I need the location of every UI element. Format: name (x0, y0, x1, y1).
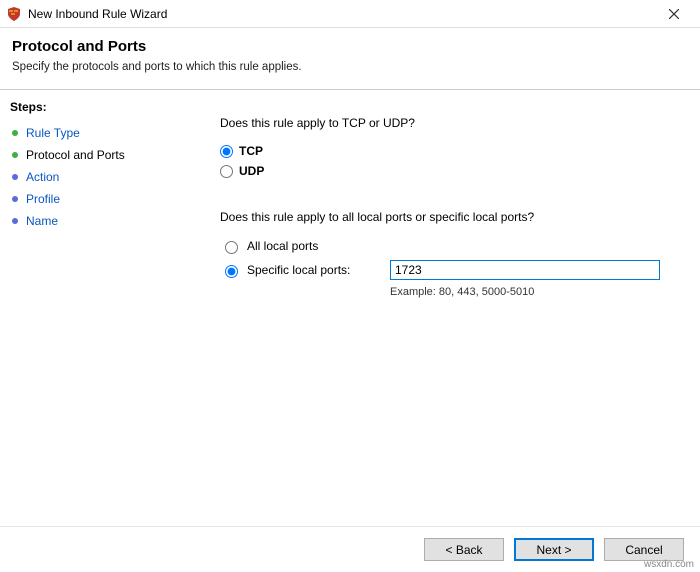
radio-tcp[interactable] (220, 145, 233, 158)
wizard-main-panel: Does this rule apply to TCP or UDP? TCP … (180, 90, 700, 526)
wizard-header: Protocol and Ports Specify the protocols… (0, 28, 700, 89)
ports-example-text: Example: 80, 443, 5000-5010 (390, 286, 678, 298)
radio-udp[interactable] (220, 165, 233, 178)
cancel-button[interactable]: Cancel (604, 538, 684, 561)
radio-specific-ports-row[interactable]: Specific local ports: (220, 260, 678, 280)
close-icon (669, 9, 679, 19)
steps-heading: Steps: (10, 100, 170, 114)
wizard-body: Steps: Rule Type Protocol and Ports Acti… (0, 90, 700, 526)
step-action[interactable]: Action (10, 166, 170, 188)
back-button[interactable]: < Back (424, 538, 504, 561)
radio-specific-ports[interactable] (225, 265, 238, 278)
step-bullet-icon (10, 150, 20, 160)
radio-udp-row[interactable]: UDP (220, 164, 678, 178)
firewall-shield-icon (6, 6, 22, 22)
page-subtitle: Specify the protocols and ports to which… (12, 61, 688, 73)
radio-tcp-row[interactable]: TCP (220, 144, 678, 158)
radio-all-ports[interactable] (225, 241, 238, 254)
close-button[interactable] (654, 0, 694, 28)
step-rule-type[interactable]: Rule Type (10, 122, 170, 144)
next-button[interactable]: Next > (514, 538, 594, 561)
step-label[interactable]: Profile (26, 192, 60, 206)
step-bullet-icon (10, 172, 20, 182)
radio-all-ports-row[interactable]: All local ports (220, 238, 678, 254)
ports-question: Does this rule apply to all local ports … (220, 210, 678, 224)
step-name[interactable]: Name (10, 210, 170, 232)
protocol-question: Does this rule apply to TCP or UDP? (220, 116, 678, 130)
step-label[interactable]: Action (26, 170, 59, 184)
radio-specific-ports-label[interactable]: Specific local ports: (247, 263, 350, 277)
radio-tcp-label[interactable]: TCP (239, 144, 263, 158)
step-label[interactable]: Name (26, 214, 58, 228)
step-bullet-icon (10, 216, 20, 226)
specific-ports-input[interactable] (390, 260, 660, 280)
titlebar: New Inbound Rule Wizard (0, 0, 700, 28)
step-profile[interactable]: Profile (10, 188, 170, 210)
step-protocol-and-ports: Protocol and Ports (10, 144, 170, 166)
watermark-text: wsxdn.com (644, 559, 694, 570)
step-label: Protocol and Ports (26, 148, 125, 162)
step-bullet-icon (10, 128, 20, 138)
page-title: Protocol and Ports (12, 38, 688, 55)
wizard-footer: < Back Next > Cancel (0, 526, 700, 572)
steps-sidebar: Steps: Rule Type Protocol and Ports Acti… (0, 90, 180, 526)
step-bullet-icon (10, 194, 20, 204)
radio-udp-label[interactable]: UDP (239, 164, 264, 178)
window-title: New Inbound Rule Wizard (28, 7, 654, 21)
radio-all-ports-label[interactable]: All local ports (247, 239, 318, 253)
step-label[interactable]: Rule Type (26, 126, 80, 140)
